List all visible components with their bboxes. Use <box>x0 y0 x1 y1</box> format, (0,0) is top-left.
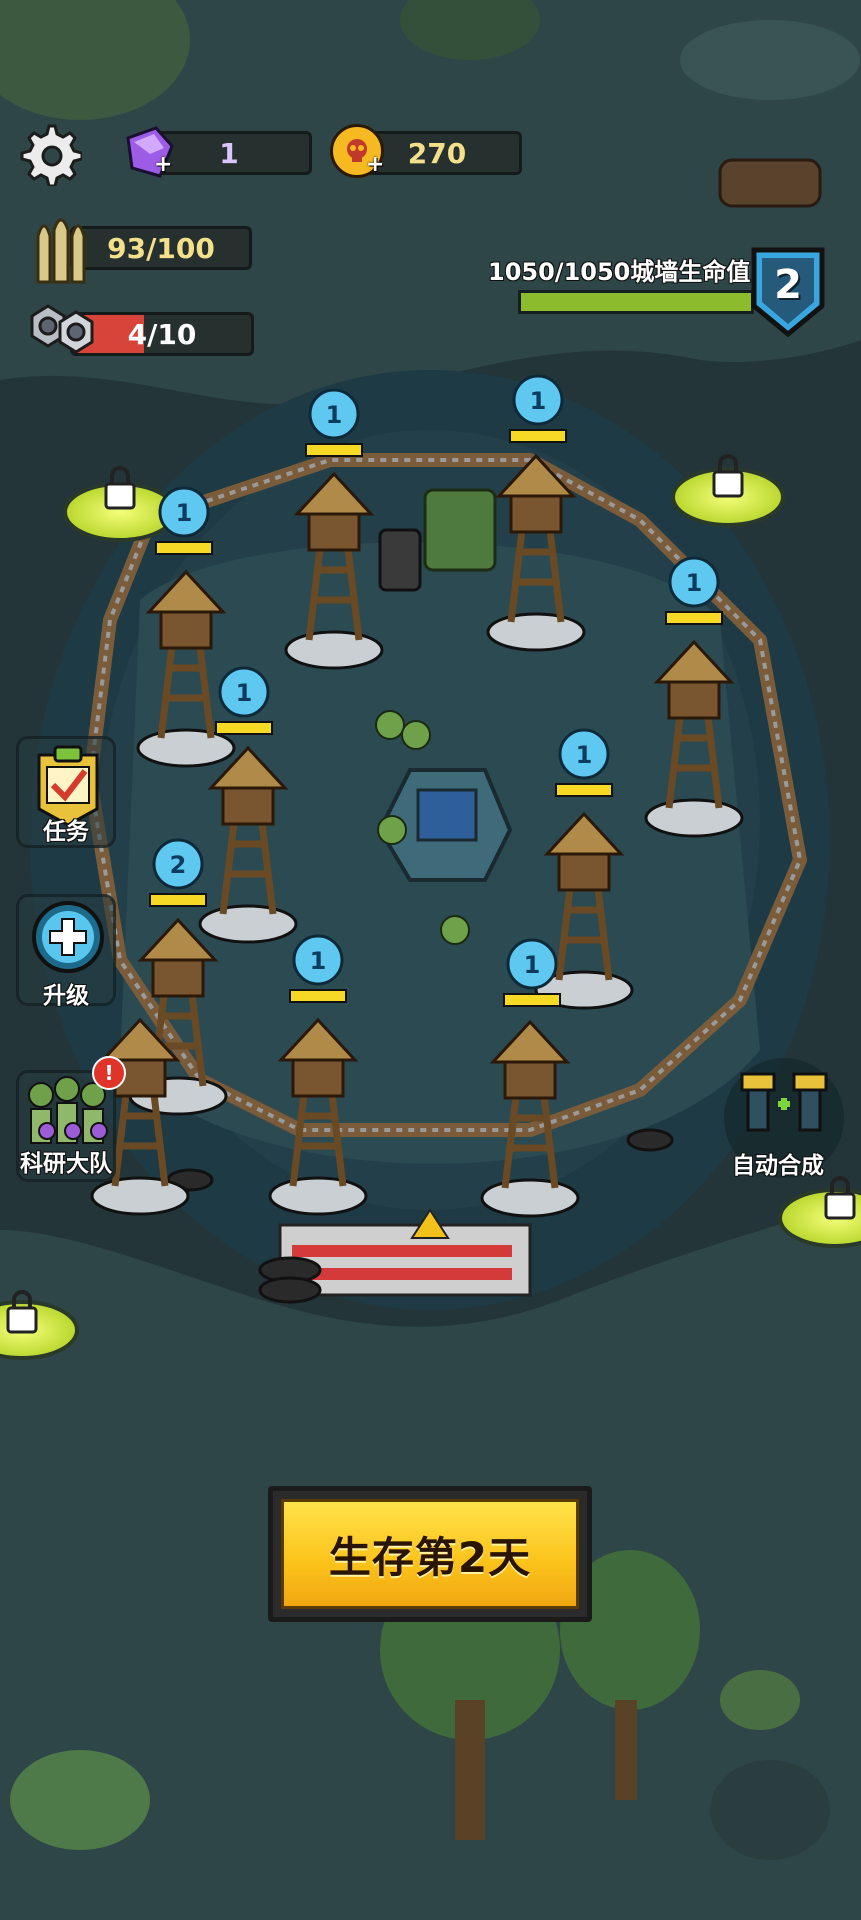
game-scene: 111111211 1 + 270 + 93/100 4/10 1050/105… <box>0 0 861 1920</box>
watchtower[interactable] <box>475 1018 585 1218</box>
lock-icon[interactable] <box>820 1176 860 1224</box>
tower-level: 1 <box>530 387 547 415</box>
coin-plus[interactable]: + <box>366 152 384 177</box>
watchtower[interactable] <box>639 638 749 838</box>
tower-level: 1 <box>310 947 327 975</box>
towers-merge-icon <box>740 1072 828 1132</box>
tower-level-badge: 1 <box>509 374 567 443</box>
start-day-label: 生存第2天 <box>328 1532 532 1582</box>
lock-icon[interactable] <box>708 454 748 502</box>
tower-level-badge: 2 <box>149 838 207 907</box>
start-day-button[interactable]: 生存第2天 <box>268 1486 592 1622</box>
tower-level-badge: 1 <box>215 666 273 735</box>
watchtower[interactable] <box>193 744 303 944</box>
tower-ammo-bar <box>155 541 213 555</box>
nut-icon <box>30 304 94 354</box>
tower-ammo-bar <box>503 993 561 1007</box>
tower-level-badge: 1 <box>305 388 363 457</box>
tower-level: 1 <box>686 569 703 597</box>
start-day-button-face: 生存第2天 <box>281 1499 579 1609</box>
tower-level-badge: 1 <box>289 934 347 1003</box>
bullets-icon <box>36 218 86 284</box>
watchtower[interactable] <box>279 470 389 670</box>
gem-plus[interactable]: + <box>154 152 172 177</box>
upgrade-label: 升级 <box>43 983 89 1009</box>
tower-level: 2 <box>170 851 187 879</box>
tower-ammo-bar <box>215 721 273 735</box>
ammo-counter: 93/100 <box>70 226 252 270</box>
tower-level: 1 <box>326 401 343 429</box>
gear-icon <box>20 124 82 186</box>
tower-level: 1 <box>524 951 541 979</box>
tower-level: 1 <box>236 679 253 707</box>
tower-level-badge: 1 <box>155 486 213 555</box>
tower-ammo-bar <box>665 611 723 625</box>
ammo-count: 93/100 <box>107 231 215 265</box>
wall-hp-label: 1050/1050城墙生命值 <box>488 258 751 286</box>
gem-count: 1 <box>219 136 239 170</box>
tower-level: 1 <box>176 499 193 527</box>
tasks-label: 任务 <box>43 819 89 845</box>
wall-hp-bar <box>518 290 754 314</box>
tower-level-badge: 1 <box>665 556 723 625</box>
tower-ammo-bar <box>305 443 363 457</box>
lock-icon[interactable] <box>2 1290 42 1338</box>
watchtower[interactable] <box>263 1016 373 1216</box>
settings-button[interactable] <box>16 120 82 186</box>
tower-ammo-bar <box>289 989 347 1003</box>
tower-ammo-bar <box>555 783 613 797</box>
research-label: 科研大队 <box>20 1151 112 1177</box>
tower-level: 1 <box>576 741 593 769</box>
tower-ammo-bar <box>509 429 567 443</box>
coin-count: 270 <box>407 136 467 170</box>
auto-merge-label: 自动合成 <box>732 1153 824 1179</box>
watchtower[interactable] <box>481 452 591 652</box>
wall-level: 2 <box>774 262 802 308</box>
alert-icon: ! <box>92 1056 126 1090</box>
lock-icon[interactable] <box>100 466 140 514</box>
tower-level-badge: 1 <box>503 938 561 1007</box>
parts-count: 4/10 <box>127 317 197 351</box>
tower-ammo-bar <box>149 893 207 907</box>
tower-level-badge: 1 <box>555 728 613 797</box>
